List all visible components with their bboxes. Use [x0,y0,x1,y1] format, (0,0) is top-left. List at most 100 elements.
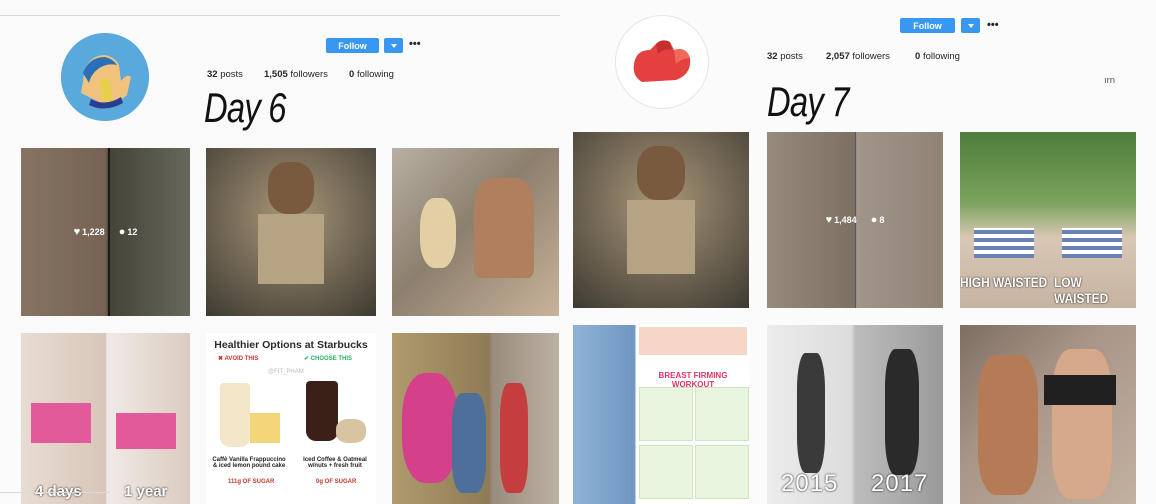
avoid-text: AVOID THIS [224,356,259,362]
post-hover-overlay: ♥ 1,484 ● 8 [767,132,943,308]
following-count: 0 [915,51,921,62]
post-tile-2015-2017[interactable]: 2015 2017 [767,325,943,504]
exercise-thumb [639,445,693,499]
comments-count: 12 [127,227,138,237]
following-stat[interactable]: 0 following [915,51,960,62]
followers-count: 1,505 [264,69,288,80]
avoid-label: ✖ AVOID THIS [218,355,258,362]
comments-indicator: ● 12 [119,226,138,238]
post-tile-couple-abs[interactable] [960,325,1136,504]
avoid-caption: Caffè Vanilla Frappuccino & iced lemon p… [212,457,286,469]
infographic-title: Healthier Options at Starbucks [214,339,368,351]
more-options-icon[interactable]: ••• [409,38,421,50]
likes-count: 1,228 [82,227,105,237]
choose-caption: Iced Coffee & Oatmeal w/nuts + fresh fru… [303,457,367,469]
more-options-icon[interactable]: ••• [987,19,999,31]
photo-figure-body [258,214,324,284]
photo-figure [885,349,919,475]
year-before: 2015 [781,470,839,497]
infographic-header-art [639,327,747,355]
photo-figure-body [627,200,695,274]
cropped-text-fragment: ırn [1104,75,1116,86]
iced-coffee-drink [306,381,338,441]
low-waisted-label: LOW WAISTED [1054,274,1109,306]
divider [0,492,110,493]
post-tile-gym-selfie[interactable] [392,148,559,316]
choose-label: ✔ CHOOSE THIS [304,355,352,362]
check-icon: ✔ [304,356,311,362]
dropdown-arrow-button[interactable] [961,18,980,33]
photo-figure [420,198,456,268]
photo-figure [500,383,528,493]
high-waisted-label: HIGH WAISTED [960,274,1048,290]
followers-count: 2,057 [826,51,850,62]
followers-label: followers [852,51,890,62]
caption-right: 1 year [124,483,168,500]
exercise-thumb [695,445,749,499]
frappuccino-drink [220,383,250,447]
followers-label: followers [290,69,328,80]
likes-count: 1,484 [834,215,857,225]
following-label: following [922,51,960,62]
post-tile-workout-machine[interactable] [573,132,749,308]
posts-stat: 32 posts [767,51,803,62]
posts-label: posts [220,69,243,80]
following-count: 0 [349,69,355,80]
post-tile-workout-machine[interactable] [206,148,376,316]
day-label: Day 7 [767,78,849,125]
heart-icon: ♥ [73,226,81,238]
followers-stat[interactable]: 1,505 followers [264,69,328,80]
posts-stat: 32 posts [207,69,243,80]
photo-swimsuit [1062,228,1122,258]
avatar-bicep-icon[interactable] [615,15,709,109]
photo-shirt [1044,375,1116,405]
handle-watermark: @FIT_PHAM [268,369,304,375]
photo-figure [268,162,314,214]
heart-icon: ♥ [825,214,833,226]
posts-count: 32 [207,69,218,80]
photo-top [116,413,176,449]
photo-swimsuit [974,228,1034,258]
oatmeal-cup [336,419,366,443]
photo-figure [797,353,825,473]
comments-indicator: ● 8 [871,214,885,226]
choose-sugar: 0g OF SUGAR [316,479,357,485]
photo-figure [1052,349,1112,499]
pound-cake [250,413,280,443]
year-after: 2017 [871,470,929,497]
comment-bubble-icon: ● [870,214,878,226]
likes-indicator: ♥ 1,484 [826,214,857,226]
followers-stat[interactable]: 2,057 followers [826,51,890,62]
posts-label: posts [780,51,803,62]
post-tile-breast-firming-workout[interactable]: BREAST FIRMING WORKOUT [573,325,749,504]
photo-top [31,403,91,443]
photo-figure [474,178,534,278]
post-tile-before-after-selfie[interactable]: ♥ 1,484 ● 8 [767,132,943,308]
comments-count: 8 [879,215,885,225]
post-tile-bikini-compare[interactable]: HIGH WAISTED LOW WAISTED [960,132,1136,308]
post-hover-overlay: ♥ 1,228 ● 12 [21,148,190,316]
follow-button[interactable]: Follow [900,18,955,33]
chevron-down-icon [390,43,397,48]
post-tile-bikini-military[interactable]: ♥ 1,228 ● 12 [21,148,190,316]
day7-profile-panel: Follow ••• 32 posts 2,057 followers 0 fo… [568,0,1156,504]
photo-figure [637,146,685,200]
chevron-down-icon [967,23,974,28]
divider [0,15,560,16]
post-tile-mom-before-after[interactable]: 4 days 1 year [21,333,190,504]
photo-figure [452,393,486,493]
day6-profile-panel: Follow ••• 32 posts 1,505 followers 0 fo… [0,0,568,504]
comment-bubble-icon: ● [118,226,126,238]
following-stat[interactable]: 0 following [349,69,394,80]
photo-figure [402,373,458,483]
dropdown-arrow-button[interactable] [384,38,403,53]
exercise-thumb [695,387,749,441]
exercise-thumb [639,387,693,441]
day-label: Day 6 [204,84,286,131]
follow-button[interactable]: Follow [326,38,379,53]
avatar-flexed-arm[interactable] [61,33,149,121]
post-tile-weight-loss[interactable] [392,333,559,504]
choose-text: CHOOSE THIS [310,356,353,362]
avoid-sugar: 111g OF SUGAR [228,479,275,485]
post-tile-starbucks-infographic[interactable]: Healthier Options at Starbucks ✖ AVOID T… [206,333,376,504]
